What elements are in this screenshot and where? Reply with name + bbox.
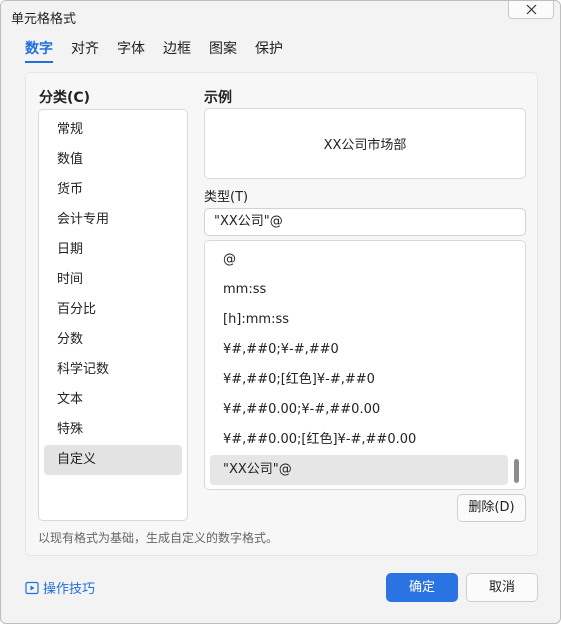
category-label: 分类(C)	[39, 90, 91, 106]
type-label: 类型(T)	[204, 190, 249, 205]
category-item-percentage[interactable]: 百分比	[44, 295, 182, 325]
format-item[interactable]: ¥#,##0;[红色]¥-#,##0	[210, 365, 508, 395]
close-icon	[526, 4, 536, 15]
format-item[interactable]: ¥#,##0.00;[红色]¥-#,##0.00	[210, 425, 508, 455]
category-item-date[interactable]: 日期	[44, 235, 182, 265]
sample-preview: XX公司市场部	[204, 108, 526, 179]
format-item[interactable]: ¥#,##0;¥-#,##0	[210, 335, 508, 365]
category-item-currency[interactable]: 货币	[44, 175, 182, 205]
type-input[interactable]: "XX公司"@	[204, 208, 526, 236]
category-item-time[interactable]: 时间	[44, 265, 182, 295]
title-bar: 单元格格式	[1, 1, 560, 31]
number-panel: 分类(C) 常规 数值 货币 会计专用 日期 时间 百分比 分数 科学记数 文本…	[25, 72, 538, 556]
category-item-scientific[interactable]: 科学记数	[44, 355, 182, 385]
tips-link[interactable]: 操作技巧	[25, 578, 95, 597]
tab-alignment[interactable]: 对齐	[71, 39, 99, 63]
format-item[interactable]: mm:ss	[210, 275, 508, 305]
delete-button[interactable]: 删除(D)	[457, 494, 526, 522]
category-item-special[interactable]: 特殊	[44, 415, 182, 445]
sample-value: XX公司市场部	[323, 138, 407, 153]
tab-pattern[interactable]: 图案	[209, 39, 237, 63]
format-item-selected[interactable]: "XX公司"@	[210, 455, 508, 485]
format-cells-dialog: 单元格格式 数字 对齐 字体 边框 图案 保护 分类(C) 常规 数值 货币 会…	[0, 0, 561, 624]
format-item[interactable]: [h]:mm:ss	[210, 305, 508, 335]
tab-number[interactable]: 数字	[25, 39, 53, 63]
cancel-button[interactable]: 取消	[466, 573, 538, 602]
tab-font[interactable]: 字体	[117, 39, 145, 63]
window-title: 单元格格式	[11, 12, 77, 27]
description-text: 以现有格式为基础，生成自定义的数字格式。	[38, 531, 279, 545]
tab-border[interactable]: 边框	[163, 39, 191, 63]
ok-button[interactable]: 确定	[386, 573, 458, 602]
category-item-custom[interactable]: 自定义	[44, 445, 182, 475]
category-item-accounting[interactable]: 会计专用	[44, 205, 182, 235]
tab-protection[interactable]: 保护	[255, 39, 283, 63]
category-item-fraction[interactable]: 分数	[44, 325, 182, 355]
tab-bar: 数字 对齐 字体 边框 图案 保护	[25, 39, 283, 63]
tips-label: 操作技巧	[43, 582, 96, 597]
close-button[interactable]	[508, 1, 554, 19]
category-item-text[interactable]: 文本	[44, 385, 182, 415]
scrollbar-thumb[interactable]	[514, 459, 519, 483]
category-item-general[interactable]: 常规	[44, 115, 182, 145]
category-list[interactable]: 常规 数值 货币 会计专用 日期 时间 百分比 分数 科学记数 文本 特殊 自定…	[38, 109, 188, 521]
format-item[interactable]: @	[210, 245, 508, 275]
category-item-number[interactable]: 数值	[44, 145, 182, 175]
sample-label: 示例	[204, 90, 232, 106]
format-list[interactable]: @ mm:ss [h]:mm:ss ¥#,##0;¥-#,##0 ¥#,##0;…	[204, 240, 526, 490]
play-box-icon	[25, 581, 39, 594]
format-item[interactable]: ¥#,##0.00;¥-#,##0.00	[210, 395, 508, 425]
